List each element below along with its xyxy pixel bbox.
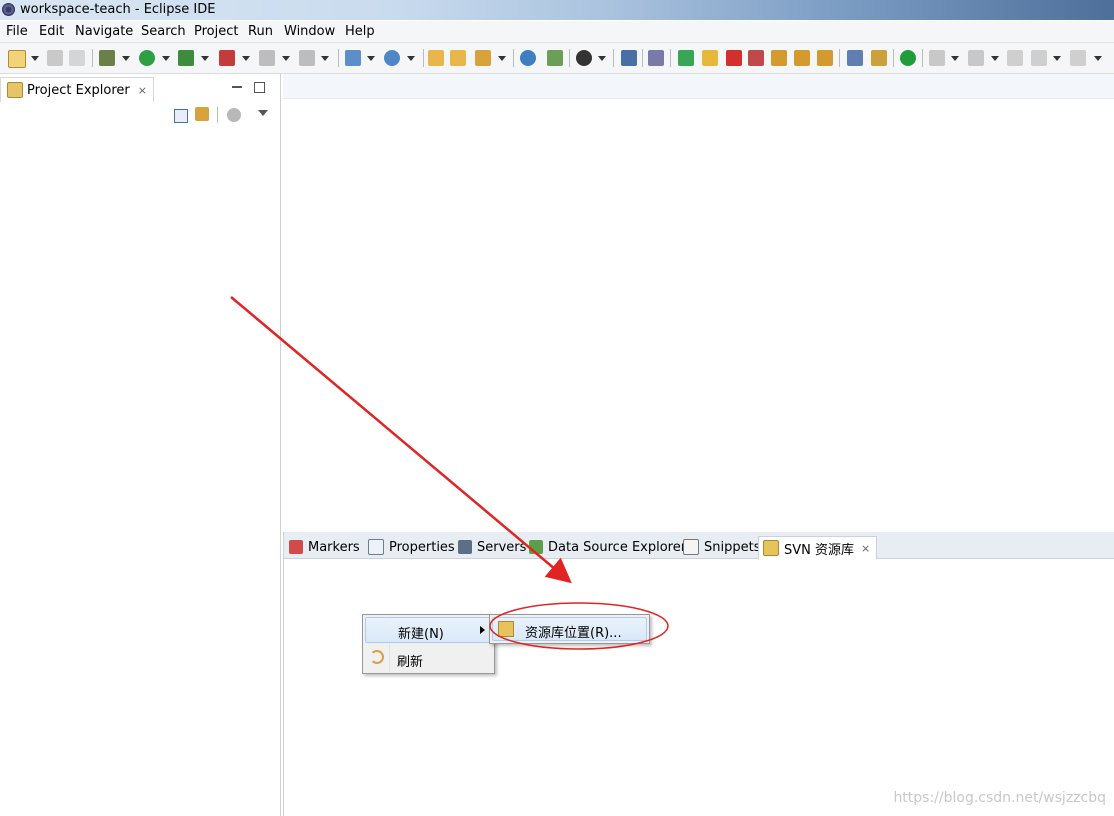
watermark: https://blog.csdn.net/wsjzzcbq [893, 790, 1106, 806]
annotation-ellipse [489, 602, 669, 650]
annotation-overlay [230, 296, 669, 650]
annotation-arrow [230, 296, 572, 584]
